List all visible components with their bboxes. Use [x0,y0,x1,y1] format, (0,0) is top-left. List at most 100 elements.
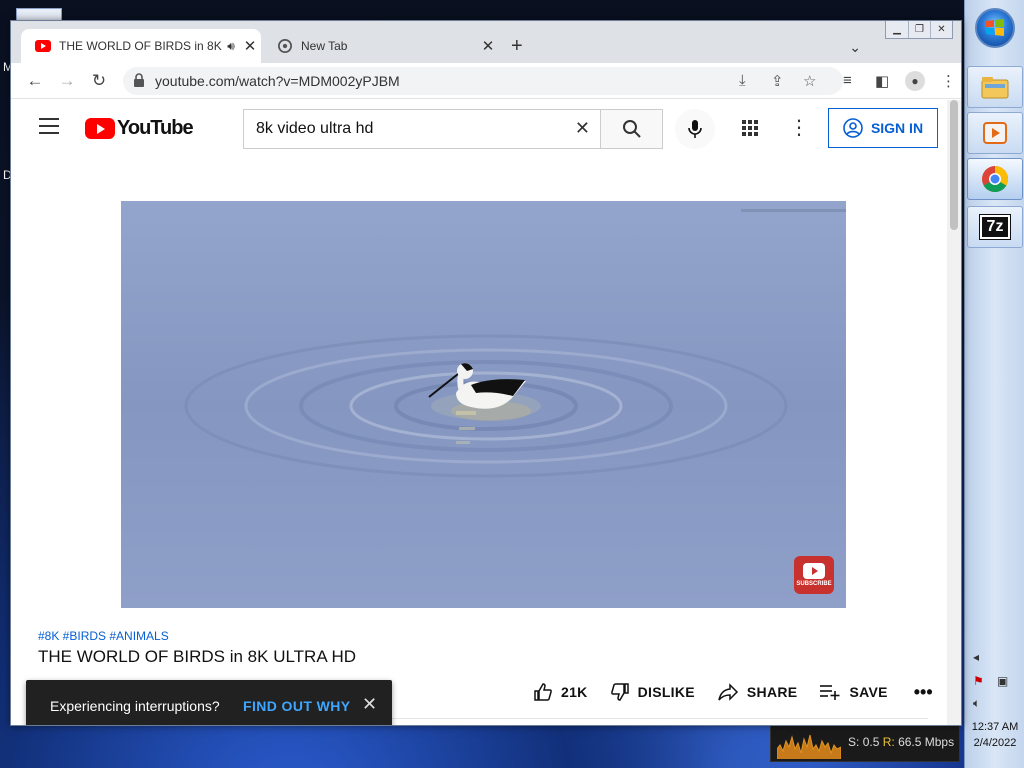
youtube-logo[interactable]: YouTube [85,117,194,140]
video-title: THE WORLD OF BIRDS in 8K ULTRA HD [38,647,357,666]
settings-more-icon[interactable]: ⋮ [789,114,809,142]
tray-flag-icon[interactable]: ⚑ [973,674,984,688]
thumbs-up-icon [534,683,552,701]
youtube-favicon-icon [35,40,51,52]
taskbar-7zip[interactable]: 7z [967,206,1023,248]
subscribe-watermark-label: SUBSCRIBE [796,581,832,587]
seven-zip-label: 7z [986,218,1004,235]
video-player[interactable]: SUBSCRIBE [121,201,846,608]
share-label: SHARE [746,684,798,700]
search-query-text: 8k video ultra hd [256,120,374,137]
side-panel-icon[interactable]: ◧ [875,72,889,90]
sign-in-button[interactable]: SIGN IN [828,108,938,148]
tab-close-icon[interactable]: ✕ [477,37,499,55]
install-icon[interactable]: ⤓ [739,72,746,89]
toast-message: Experiencing interruptions? [50,698,220,714]
net-recv-label: R: [882,735,895,749]
lock-icon[interactable] [133,73,145,87]
scrollbar-thumb[interactable] [950,100,958,230]
network-stats: S: 0.5 R: 66.5 Mbps [848,735,954,749]
tray-volume-icon[interactable]: 🔈︎ [973,696,980,711]
profile-icon[interactable]: ● [905,71,925,91]
network-graph [777,734,841,759]
restore-icon[interactable]: ❐ [908,21,930,38]
url-text: youtube.com/watch?v=MDM002yPJBM [155,73,400,89]
reload-icon[interactable]: ↻ [87,69,111,93]
bookmark-star-icon[interactable]: ☆ [803,72,816,90]
tab-close-icon[interactable]: ✕ [239,37,261,55]
interruption-toast: Experiencing interruptions? FIND OUT WHY… [26,680,392,725]
youtube-logo-text: YouTube [117,117,194,139]
apps-grid-icon[interactable] [740,118,760,138]
window-controls: ▁ ❐ ✕ [885,21,953,39]
address-bar[interactable]: youtube.com/watch?v=MDM002yPJBM ⤓ ⇪ ☆ [123,67,843,95]
chrome-window: THE WORLD OF BIRDS in 8K 🔊︎ ✕ New Tab ✕ … [10,20,962,726]
dislike-label: DISLIKE [637,684,695,700]
save-label: SAVE [849,684,888,700]
taskbar-chrome[interactable] [967,158,1023,200]
tab-new-tab[interactable]: New Tab ✕ [263,29,499,63]
new-tab-button[interactable]: + [511,35,523,58]
like-button[interactable]: 21K [533,682,588,702]
clock-time: 12:37 AM [971,721,1019,733]
media-control-icon[interactable]: ≡ [843,72,852,89]
minimize-icon[interactable]: ▁ [886,21,908,38]
video-hashtags[interactable]: #8K #BIRDS #ANIMALS [38,629,169,643]
start-button[interactable] [975,8,1015,48]
net-send-label: S: [848,735,860,749]
media-player-icon [983,122,1007,144]
forward-icon[interactable]: → [55,69,79,93]
taskbar-clock[interactable]: 12:37 AM 2/4/2022 [965,719,1024,751]
taskbar: 7z ◂ ⚑ ▣ 🔈︎ 12:37 AM 2/4/2022 [964,0,1024,768]
search-input[interactable]: 8k video ultra hd ✕ [243,109,601,149]
like-count: 21K [561,684,588,700]
tab-title: THE WORLD OF BIRDS in 8K [59,39,222,53]
more-actions-icon[interactable]: ••• [914,682,933,703]
chrome-favicon-icon [278,39,292,53]
youtube-header: YouTube 8k video ultra hd ✕ ⋮ SIGN IN [11,100,947,156]
thumbs-down-icon [610,683,629,701]
back-icon[interactable]: ← [23,69,47,93]
clear-search-icon[interactable]: ✕ [575,118,590,139]
page-scrollbar[interactable] [947,100,961,725]
chrome-menu-icon[interactable]: ⋮ [941,72,956,90]
net-recv-value: 66.5 Mbps [898,735,955,749]
playlist-add-icon [820,685,840,700]
youtube-play-icon [803,563,825,579]
voice-search-button[interactable] [675,109,715,149]
subscribe-watermark[interactable]: SUBSCRIBE [794,556,834,594]
chrome-icon [982,165,1009,193]
share-icon[interactable]: ⇪ [771,72,784,90]
folder-icon [981,77,1009,99]
browser-toolbar: ← → ↻ youtube.com/watch?v=MDM002yPJBM ⤓ … [11,63,961,99]
clock-date: 2/4/2022 [973,737,1017,749]
share-button[interactable]: SHARE [717,682,798,702]
search-button[interactable] [600,109,663,149]
share-arrow-icon [718,683,738,701]
close-window-icon[interactable]: ✕ [930,21,952,38]
seven-zip-icon: 7z [979,214,1011,240]
hamburger-menu-icon[interactable] [39,118,59,134]
toast-close-icon[interactable]: ✕ [362,694,377,715]
net-send-value: 0.5 [862,735,880,749]
taskbar-media-player[interactable] [967,112,1023,154]
search-icon [622,120,641,138]
tab-strip: THE WORLD OF BIRDS in 8K 🔊︎ ✕ New Tab ✕ … [11,21,961,63]
youtube-play-logo-icon [85,118,115,139]
sign-in-label: SIGN IN [870,120,924,136]
taskbar-explorer[interactable] [967,66,1023,108]
tab-search-chevron-icon[interactable]: ⌄ [849,39,861,56]
network-meter: S: 0.5 R: 66.5 Mbps [770,722,960,762]
windows-logo-icon [986,19,1004,36]
save-button[interactable]: SAVE [819,683,887,701]
youtube-page: YouTube 8k video ultra hd ✕ ⋮ SIGN IN SU… [11,100,961,725]
find-out-why-link[interactable]: FIND OUT WHY [243,698,350,714]
video-actions: 21K DISLIKE SHARE SAVE ••• [533,680,933,704]
dislike-button[interactable]: DISLIKE [610,682,695,702]
tab-audio-icon[interactable]: 🔊︎ [223,39,239,54]
tray-expand-icon[interactable]: ◂ [973,650,979,664]
tab-title: New Tab [301,39,348,53]
tray-network-icon[interactable]: ▣ [997,674,1008,688]
microphone-icon [688,120,702,138]
tab-youtube[interactable]: THE WORLD OF BIRDS in 8K 🔊︎ ✕ [21,29,261,63]
